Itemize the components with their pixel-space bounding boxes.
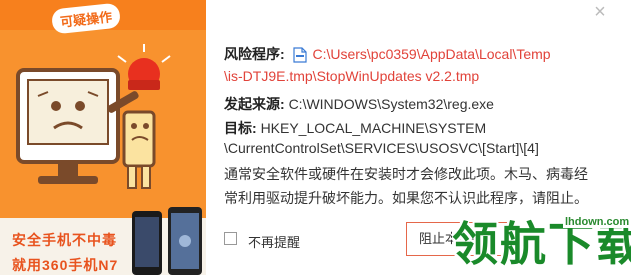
target-value-line1: HKEY_LOCAL_MACHINE\SYSTEM bbox=[260, 120, 487, 136]
target-value-line2: \CurrentControlSet\SERVICES\USOSVC\[Star… bbox=[224, 140, 539, 156]
description-line2: 常利用驱动提升破坏能力。如果您不认识此程序，请阻止。 bbox=[224, 190, 588, 206]
ad-subline: 就用360手机N7 bbox=[12, 257, 119, 273]
phones-image bbox=[132, 207, 202, 275]
risk-program-row: 风险程序: C:\Users\pc0359\AppData\Local\Temp bbox=[224, 44, 551, 64]
watermark-site: lhdown.com bbox=[563, 216, 631, 228]
alarmed-computer-illustration bbox=[16, 44, 171, 189]
ad-panel: 可疑操作 安全手机不中毒 就用360手机N7 bbox=[0, 0, 206, 275]
file-icon bbox=[292, 47, 307, 63]
no-remind-checkbox[interactable] bbox=[224, 232, 237, 245]
target-row: 目标: HKEY_LOCAL_MACHINE\SYSTEM bbox=[224, 118, 486, 138]
target-label: 目标: bbox=[224, 120, 257, 136]
risk-program-label: 风险程序: bbox=[224, 46, 285, 62]
ad-headline: 安全手机不中毒 bbox=[12, 232, 117, 248]
source-row: 发起来源: C:\WINDOWS\System32\reg.exe bbox=[224, 94, 494, 114]
risk-program-path-line2: \is-DTJ9E.tmp\StopWinUpdates v2.2.tmp bbox=[224, 68, 480, 84]
close-button[interactable]: × bbox=[588, 2, 612, 26]
source-value: C:\WINDOWS\System32\reg.exe bbox=[288, 96, 494, 112]
no-remind-label[interactable]: 不再提醒 bbox=[248, 232, 300, 251]
source-label: 发起来源: bbox=[224, 96, 285, 112]
risk-program-path-line1: C:\Users\pc0359\AppData\Local\Temp bbox=[312, 46, 551, 62]
description-line1: 通常安全软件或硬件在安装时才会修改此项。木马、病毒经 bbox=[224, 166, 588, 182]
